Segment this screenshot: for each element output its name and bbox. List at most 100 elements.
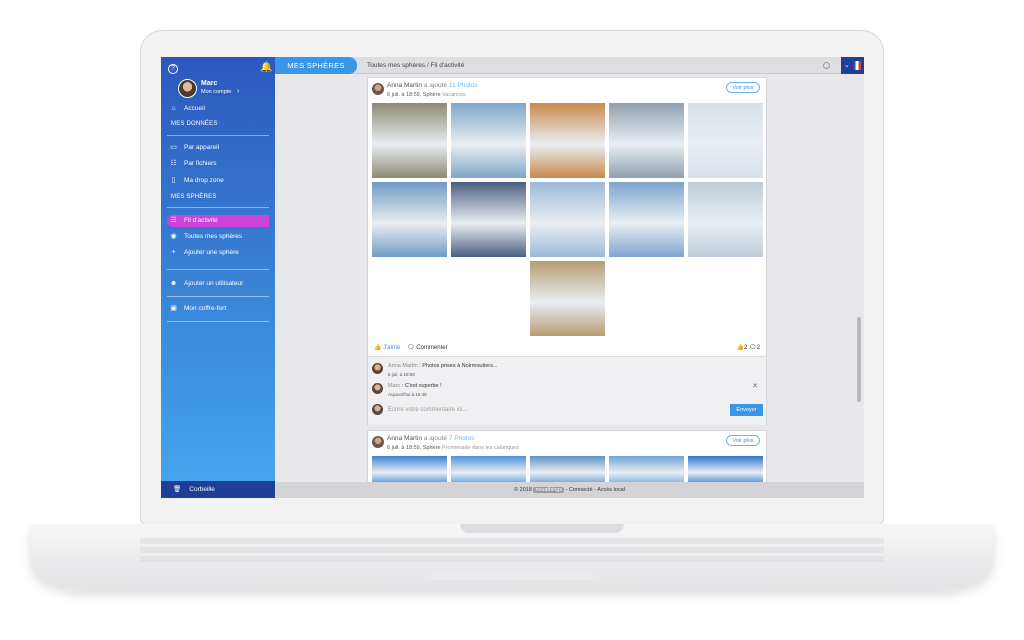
avatar[interactable] <box>178 79 197 98</box>
sidebar-item-files[interactable]: ☷ Par fichiers <box>169 158 269 170</box>
comments-count: 🗨2 <box>749 345 760 351</box>
photo-thumbnail[interactable] <box>530 261 605 336</box>
top-bar: MES SPHÈRES Toutes mes sphères / Fil d'a… <box>275 57 864 74</box>
globe-icon: ◉ <box>170 233 177 240</box>
laptop-base <box>30 524 994 590</box>
home-icon: ⌂ <box>171 105 176 112</box>
photo-thumbnail[interactable] <box>530 182 605 257</box>
activity-feed: Anna Martin a ajouté 11 Photos 6 juil. à… <box>367 74 767 482</box>
sidebar-item-vault[interactable]: ▣ Mon coffre-fort <box>169 303 269 315</box>
post-action: a ajouté <box>423 435 447 442</box>
photo-thumbnail[interactable] <box>451 456 526 482</box>
divider <box>167 207 269 208</box>
post-meta: 6 juil. à 18:59, Sphère Vacances <box>387 92 466 98</box>
comment-input[interactable]: Ecrire votre commentaire ici... <box>386 404 726 416</box>
divider <box>167 296 269 297</box>
post-action: a ajouté <box>423 82 447 89</box>
sidebar-item-label: Par appareil <box>184 144 220 151</box>
comment-author[interactable]: Marc <box>388 383 400 389</box>
photo-thumbnail[interactable] <box>688 182 763 257</box>
close-icon[interactable]: ✕ <box>752 382 758 390</box>
chevron-down-icon: ⌄ <box>844 62 850 69</box>
trash-icon: 🗑 <box>173 486 182 493</box>
sidebar-item-label: Par fichiers <box>184 160 217 167</box>
sidebar-item-label: Accueil <box>184 105 205 112</box>
sidebar-item-add-user[interactable]: ☻ Ajouter un utilisateur <box>169 278 269 290</box>
likes-count: 👍2 <box>736 345 748 351</box>
author-name[interactable]: Anna Martin <box>387 82 422 89</box>
divider <box>167 321 269 322</box>
sphere-link[interactable]: Vacances <box>442 92 466 98</box>
files-icon: ☷ <box>170 160 177 167</box>
comment-text: Anna Martin : Photos prises à Noirmoutie… <box>388 363 498 369</box>
sidebar-item-dropzone[interactable]: ▯ Ma drop zone <box>169 175 269 187</box>
post-date: 6 juil. à 18:59, Sphère <box>387 445 441 451</box>
keyboard <box>140 538 884 568</box>
section-my-spheres: MES SPHÈRES <box>171 194 217 200</box>
avatar <box>372 383 383 394</box>
sidebar-item-all-spheres[interactable]: ◉ Toutes mes sphères <box>169 231 269 243</box>
copyright: © 2018 <box>514 487 532 493</box>
send-button[interactable]: Envoyer <box>730 404 763 416</box>
photo-thumbnail[interactable] <box>372 103 447 178</box>
photo-thumbnail[interactable] <box>609 456 684 482</box>
sidebar-item-add-sphere[interactable]: + Ajouter une sphère <box>169 247 269 259</box>
photo-thumbnail[interactable] <box>688 456 763 482</box>
chevron-right-icon: › <box>237 88 240 95</box>
scrollbar[interactable] <box>857 317 861 402</box>
comment-label: Commenter <box>416 345 448 351</box>
like-button[interactable]: 👍 J'aime <box>374 345 400 351</box>
sidebar-item-trash[interactable]: 🗑 Corbeille <box>161 481 275 498</box>
see-more-button[interactable]: Voir plus <box>726 435 760 446</box>
author-name[interactable]: Anna Martin <box>387 435 422 442</box>
photo-thumbnail[interactable] <box>530 456 605 482</box>
comment-button[interactable]: 🗨 Commenter <box>407 345 448 351</box>
photo-thumbnail[interactable] <box>451 103 526 178</box>
photo-count-link[interactable]: 7 Photos <box>449 435 475 442</box>
sidebar-item-home[interactable]: ⌂ Accueil <box>169 103 269 115</box>
comment-date: Aujourd'hui à 15:48 <box>388 392 427 397</box>
post-card: Anna Martin a ajouté 7 Photos 6 juil. à … <box>367 430 767 482</box>
sidebar-item-activity[interactable]: ☰ Fil d'activité <box>167 215 269 227</box>
divider <box>167 135 269 136</box>
like-label: J'aime <box>383 345 401 351</box>
comment-text: Marc : C'est superbe ! <box>388 383 442 389</box>
post-meta: 6 juil. à 18:59, Sphère Promenade dans l… <box>387 445 519 451</box>
search-icon[interactable] <box>823 62 830 69</box>
trash-label: Corbeille <box>189 486 215 493</box>
footer: © 2018 novathings - Connecté - Accès loc… <box>275 482 864 498</box>
sidebar-top: ? 🔔 <box>161 57 275 79</box>
sidebar-item-label: Fil d'activité <box>184 217 218 224</box>
photo-thumbnail[interactable] <box>372 182 447 257</box>
post-author: Anna Martin a ajouté 11 Photos <box>387 82 478 89</box>
flag-fr-icon <box>853 61 861 70</box>
photo-thumbnail[interactable] <box>372 456 447 482</box>
bell-icon[interactable]: 🔔 <box>260 62 272 73</box>
see-more-button[interactable]: Voir plus <box>726 82 760 93</box>
avatar <box>372 363 383 374</box>
dropzone-icon: ▯ <box>171 177 176 184</box>
account-link[interactable]: Mon compte <box>201 89 231 95</box>
comment-body: C'est superbe ! <box>404 383 442 389</box>
photo-thumbnail[interactable] <box>609 182 684 257</box>
comment-body: Photos prises à Noirmoutiers... <box>422 363 498 369</box>
breadcrumb: Toutes mes sphères / Fil d'activité <box>367 62 465 69</box>
post-counts: 👍2 🗨2 <box>737 344 760 351</box>
page-title[interactable]: MES SPHÈRES <box>275 57 357 74</box>
help-icon[interactable]: ? <box>168 64 178 74</box>
photo-thumbnail[interactable] <box>451 182 526 257</box>
photo-count-link[interactable]: 11 Photos <box>449 82 478 89</box>
sphere-link[interactable]: Promenade dans les calanques <box>442 445 519 451</box>
photo-thumbnail[interactable] <box>609 103 684 178</box>
comment-author[interactable]: Anna Martin <box>388 363 418 369</box>
lock-icon: ▣ <box>170 305 177 312</box>
post-card: Anna Martin a ajouté 11 Photos 6 juil. à… <box>367 77 767 425</box>
photo-thumbnail[interactable] <box>688 103 763 178</box>
list-icon: ☰ <box>170 217 177 224</box>
sidebar-item-devices[interactable]: ▭ Par appareil <box>169 142 269 154</box>
language-selector[interactable]: ⌄ <box>841 57 864 74</box>
photo-thumbnail[interactable] <box>530 103 605 178</box>
brand-logo[interactable]: novathings <box>533 487 565 493</box>
sidebar-item-label: Ma drop zone <box>184 177 224 184</box>
sidebar: ? 🔔 Marc Mon compte › ⌂ Accueil MES DONN… <box>161 57 275 498</box>
